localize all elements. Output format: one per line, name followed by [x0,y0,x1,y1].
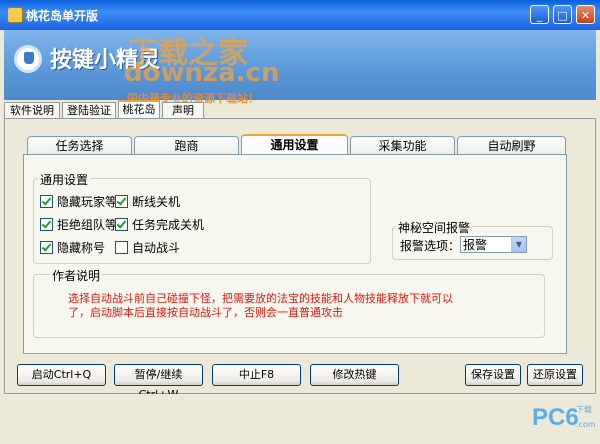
stop-button[interactable]: 中止F8 [212,364,301,386]
refuse-team-checkbox[interactable]: 拒绝组队等 [40,218,117,232]
logo-icon [14,45,42,73]
task-complete-shutdown-checkbox[interactable]: 任务完成关机 [115,218,204,232]
pc6-logo-sub: 下载 [576,405,592,414]
checkbox-checked-icon [40,241,53,254]
watermark-domain: downza.cn [124,58,280,88]
restore-settings-button[interactable]: 还原设置 [527,364,583,386]
alarm-option-select[interactable]: 报警 ▼ [460,236,527,253]
tab-general-settings[interactable]: 通用设置 [241,134,348,156]
disconnect-shutdown-checkbox[interactable]: 断线关机 [115,195,180,209]
tab-task-select[interactable]: 任务选择 [27,136,132,155]
modify-hotkey-button[interactable]: 修改热键 [310,364,399,386]
pc6-logo-domain: .com [576,420,596,429]
checkbox-checked-icon [115,218,128,231]
checkbox-checked-icon [40,195,53,208]
hide-title-checkbox[interactable]: 隐藏称号 [40,241,105,255]
banner: 按键小精灵 下载之家 downza.cn 国内最专业的资源下载站！ [4,30,596,105]
pause-resume-button[interactable]: 暂停/继续Ctrl+W [114,364,203,401]
pc6-logo: PC6 [532,404,579,431]
tab-trade-run[interactable]: 跑商 [134,136,239,155]
general-settings-legend: 通用设置 [38,171,91,188]
tab-auto-farm[interactable]: 自动刷野 [457,136,566,155]
tab-software-info[interactable]: 软件说明 [4,102,60,118]
app-icon [7,7,23,23]
checkbox-unchecked-icon [115,241,128,254]
window-title: 桃花岛单开版 [26,9,99,23]
alarm-legend: 神秘空间报警 [396,219,473,236]
maximize-button[interactable]: □ [553,5,572,24]
chevron-down-icon[interactable]: ▼ [511,237,526,252]
tab-login[interactable]: 登陆验证 [62,102,116,118]
app-window: 桃花岛单开版 _ □ ✕ 按键小精灵 下载之家 downza.cn 国内最专业的… [0,0,600,444]
footer [4,394,596,440]
hide-players-checkbox[interactable]: 隐藏玩家等 [40,195,117,209]
tab-taohuadao[interactable]: 桃花岛 [118,100,160,119]
author-notes: 选择自动战斗前自己碰撞下怪，把需要放的法宝的技能和人物技能释放下就可以了，启动脚… [68,292,453,319]
auto-battle-checkbox[interactable]: 自动战斗 [115,241,180,255]
save-settings-button[interactable]: 保存设置 [465,364,521,386]
start-button[interactable]: 启动Ctrl+Q [17,364,106,386]
checkbox-checked-icon [115,195,128,208]
checkbox-checked-icon [40,218,53,231]
author-legend: 作者说明 [50,267,103,284]
title-bar[interactable]: 桃花岛单开版 _ □ ✕ [0,0,600,30]
minimize-button[interactable]: _ [530,5,549,24]
alarm-option-label: 报警选项： [400,239,461,253]
tab-gathering[interactable]: 采集功能 [350,136,455,155]
tab-statement[interactable]: 声明 [162,102,204,118]
close-button[interactable]: ✕ [576,5,595,24]
